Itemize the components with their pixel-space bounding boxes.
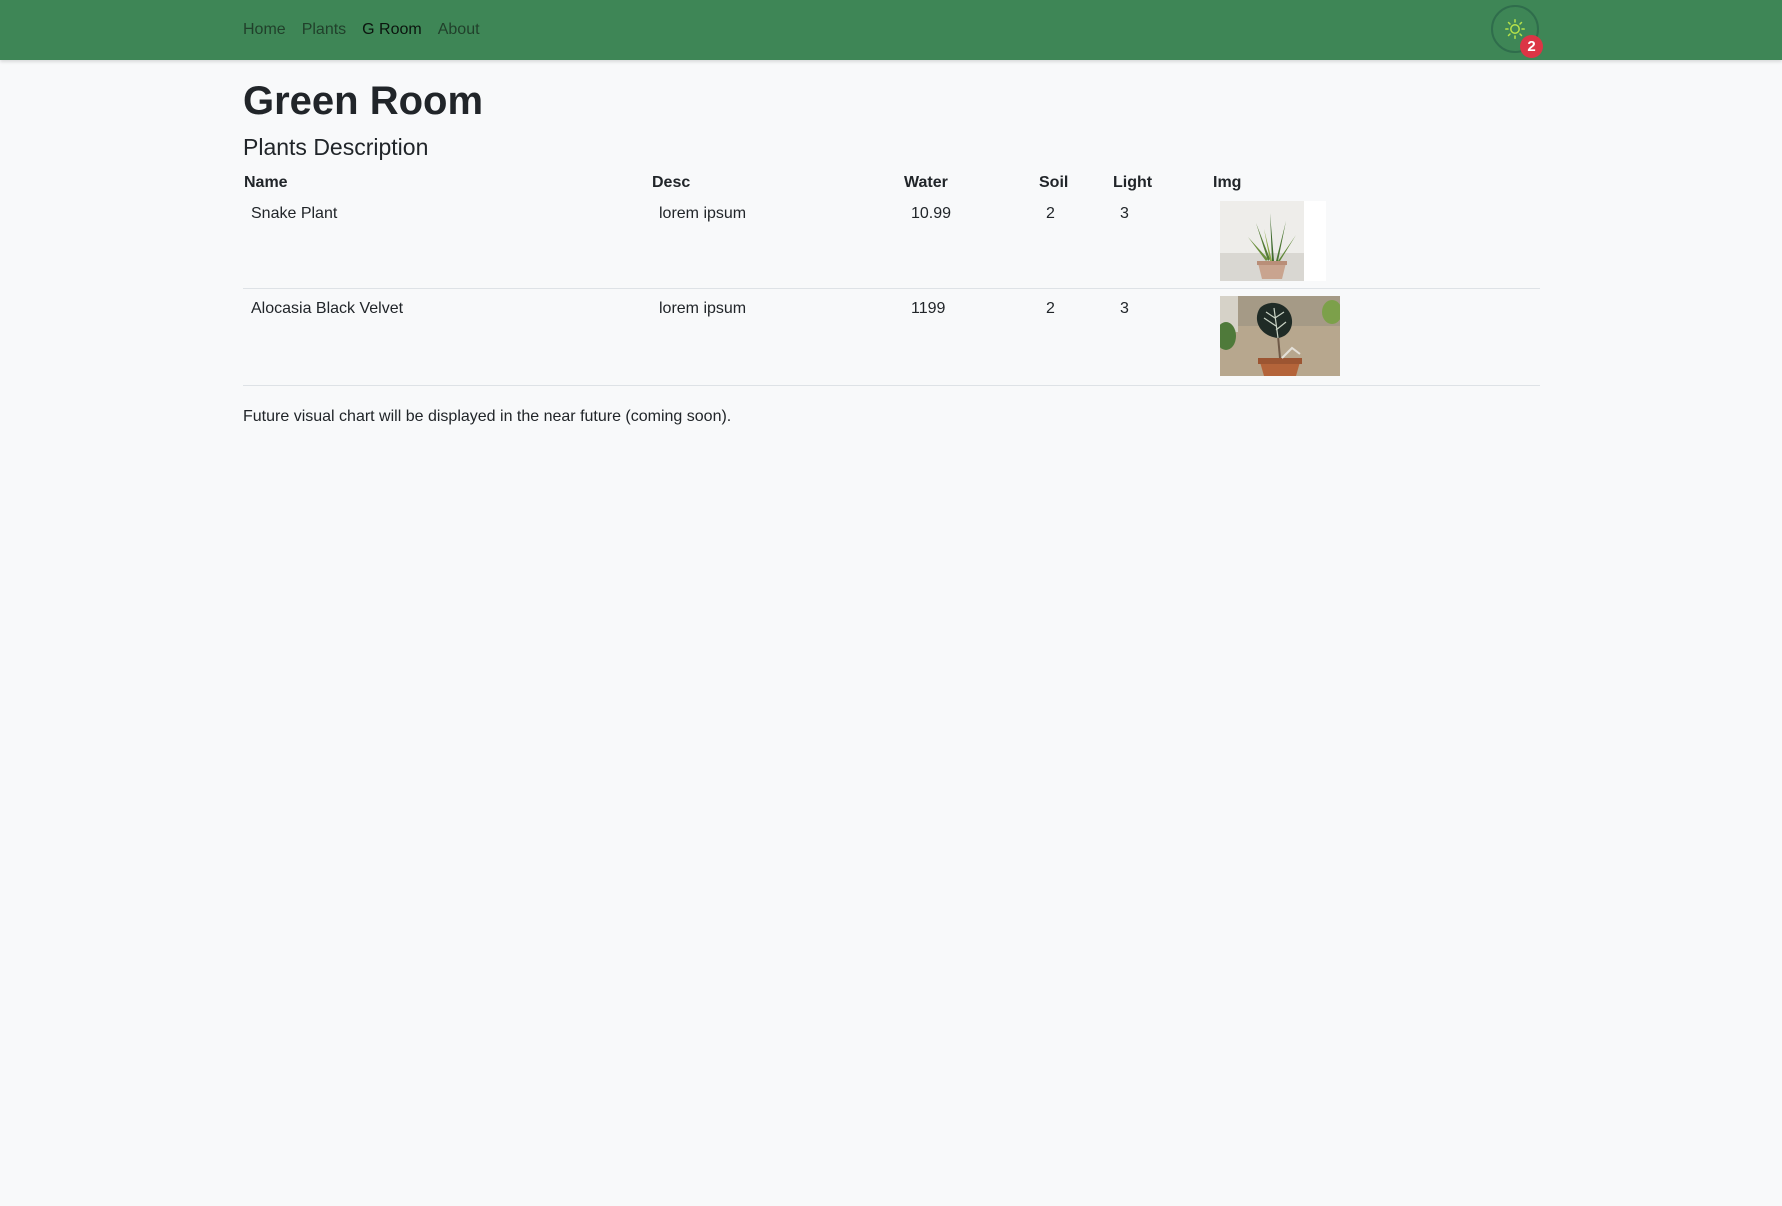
plants-table: Name Desc Water Soil Light Img Snake Pla… [243, 168, 1540, 386]
cell-desc: lorem ipsum [651, 198, 903, 289]
page-subtitle: Plants Description [243, 134, 429, 160]
coming-soon-note: Future visual chart will be displayed in… [243, 408, 732, 425]
header-water: Water [904, 174, 948, 191]
table-row: Alocasia Black Velvet lorem ipsum 1199 2… [243, 288, 1540, 386]
navbar: Home Plants G Room About 2 [0, 0, 1782, 60]
cell-light: 3 [1112, 198, 1212, 289]
header-desc: Desc [652, 174, 691, 191]
cell-soil: 2 [1038, 288, 1112, 386]
table-row: Snake Plant lorem ipsum 10.99 2 3 [243, 198, 1540, 289]
nav-link-about[interactable]: About [438, 21, 480, 39]
nav-link-plants[interactable]: Plants [302, 21, 346, 39]
cell-img [1212, 198, 1540, 289]
cell-desc: lorem ipsum [651, 288, 903, 386]
cart-count-badge: 2 [1520, 35, 1543, 58]
snake-plant-photo [1220, 201, 1326, 281]
page-title: Green Room [243, 79, 484, 123]
nav-link-g-room[interactable]: G Room [362, 21, 422, 39]
table-header-row: Name Desc Water Soil Light Img [243, 168, 1540, 198]
nav-link-home[interactable]: Home [243, 21, 286, 39]
header-soil: Soil [1039, 174, 1069, 191]
cell-water: 1199 [903, 288, 1038, 386]
cell-img [1212, 288, 1540, 386]
header-light: Light [1113, 174, 1153, 191]
cell-name: Snake Plant [243, 198, 651, 289]
cell-name: Alocasia Black Velvet [243, 288, 651, 386]
nav-links: Home Plants G Room About [243, 0, 496, 60]
cell-light: 3 [1112, 288, 1212, 386]
cell-water: 10.99 [903, 198, 1038, 289]
alocasia-photo [1220, 296, 1340, 376]
sun-icon [1505, 19, 1525, 39]
cell-soil: 2 [1038, 198, 1112, 289]
header-name: Name [244, 174, 288, 191]
header-img: Img [1213, 174, 1242, 191]
